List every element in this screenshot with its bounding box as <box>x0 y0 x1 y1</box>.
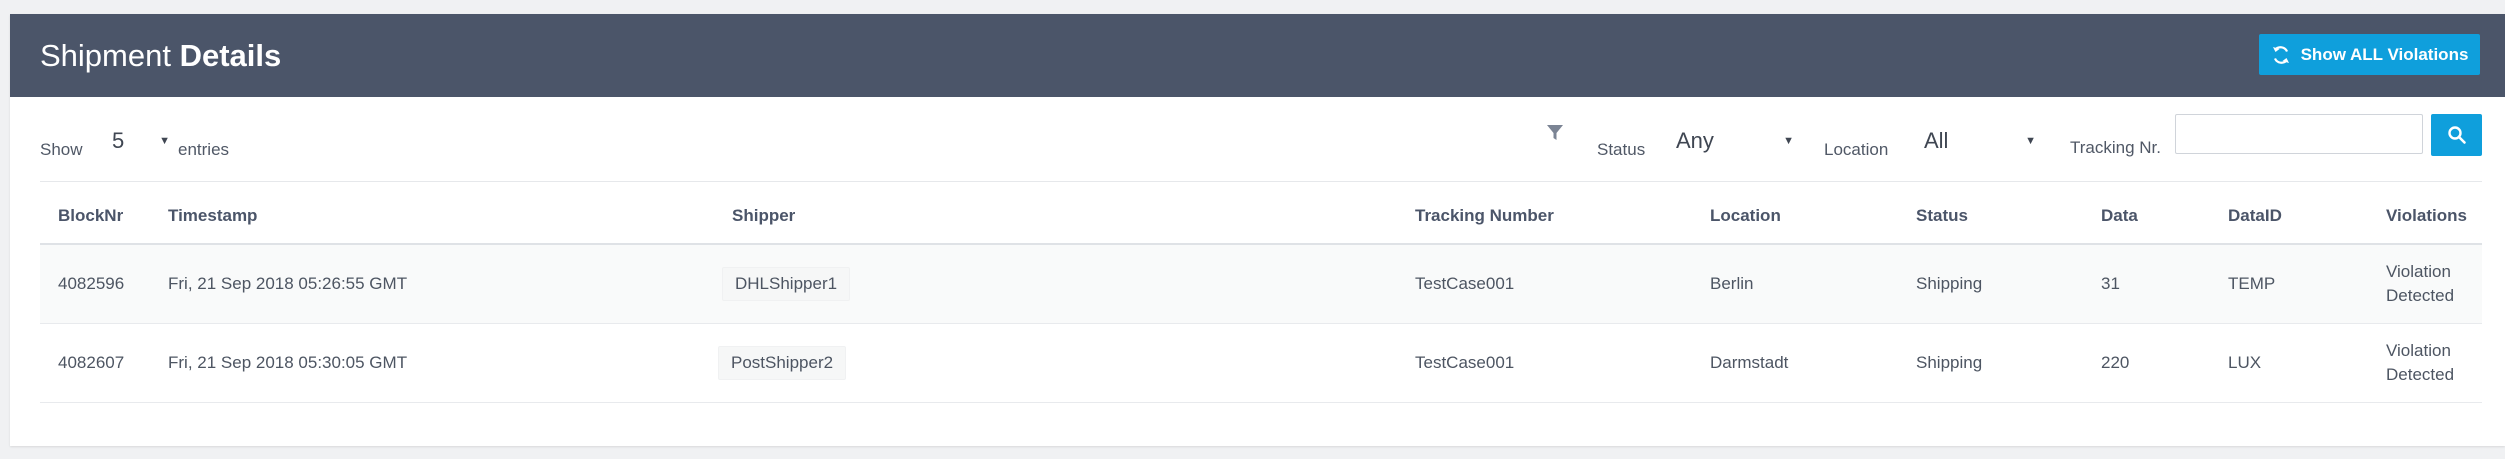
cell-violations: Violation Detected <box>2368 244 2482 324</box>
shipments-table: BlockNr Timestamp Shipper Tracking Numbe… <box>40 188 2482 403</box>
chevron-down-icon: ▼ <box>2025 135 2036 147</box>
column-header-status[interactable]: Status <box>1898 188 2083 245</box>
chevron-down-icon: ▼ <box>159 135 170 147</box>
column-header-violations[interactable]: Violations <box>2368 188 2482 245</box>
location-filter-label: Location <box>1824 140 1889 159</box>
search-icon <box>2447 126 2466 144</box>
search-button[interactable] <box>2431 114 2482 156</box>
cell-shipper: DHLShipper1 <box>632 244 1397 324</box>
column-header-location[interactable]: Location <box>1692 188 1898 245</box>
tracking-number-input[interactable] <box>2175 114 2423 154</box>
cell-shipper: PostShipper2 <box>632 323 1397 403</box>
column-header-blocknr[interactable]: BlockNr <box>40 188 150 245</box>
chevron-down-icon: ▼ <box>1783 135 1794 147</box>
cell-status: Shipping <box>1898 244 2083 324</box>
status-filter-select[interactable]: Any ▼ <box>1676 126 1794 156</box>
filter-icon <box>1547 125 1563 140</box>
page-title-bold: Details <box>179 38 282 73</box>
cell-dataid: LUX <box>2210 323 2368 403</box>
shipment-details-panel: Shipment Details Show ALL Violations Sho… <box>10 14 2505 446</box>
table-row[interactable]: 4082607 Fri, 21 Sep 2018 05:30:05 GMT Po… <box>40 323 2482 403</box>
location-filter-value: All <box>1924 128 1949 153</box>
cell-tracking-number: TestCase001 <box>1397 323 1692 403</box>
page-title-light: Shipment <box>40 38 171 73</box>
cell-blocknr: 4082596 <box>40 244 150 324</box>
cell-timestamp: Fri, 21 Sep 2018 05:30:05 GMT <box>150 323 632 403</box>
column-header-data[interactable]: Data <box>2083 188 2210 245</box>
cell-location: Darmstadt <box>1692 323 1898 403</box>
entries-label: entries <box>178 140 230 159</box>
cell-tracking-number: TestCase001 <box>1397 244 1692 324</box>
column-header-timestamp[interactable]: Timestamp <box>150 188 632 245</box>
column-header-shipper[interactable]: Shipper <box>632 188 1397 245</box>
shipper-tag: PostShipper2 <box>718 345 847 380</box>
show-all-violations-label: Show ALL Violations <box>2300 44 2469 64</box>
cell-status: Shipping <box>1898 323 2083 403</box>
cell-blocknr: 4082607 <box>40 323 150 403</box>
show-label: Show <box>40 140 83 159</box>
cell-location: Berlin <box>1692 244 1898 324</box>
panel-header: Shipment Details Show ALL Violations <box>10 14 2505 97</box>
column-header-dataid[interactable]: DataID <box>2210 188 2368 245</box>
status-filter-value: Any <box>1676 128 1714 153</box>
cell-dataid: TEMP <box>2210 244 2368 324</box>
cell-timestamp: Fri, 21 Sep 2018 05:26:55 GMT <box>150 244 632 324</box>
shipper-tag: DHLShipper1 <box>722 266 851 301</box>
cell-violations: Violation Detected <box>2368 323 2482 403</box>
tracking-number-label: Tracking Nr. <box>2070 138 2162 157</box>
status-filter-label: Status <box>1597 140 1646 159</box>
page-title: Shipment Details <box>40 38 281 74</box>
refresh-icon <box>2272 45 2289 64</box>
entries-select-value: 5 <box>112 128 125 153</box>
table-header-row: BlockNr Timestamp Shipper Tracking Numbe… <box>40 188 2482 245</box>
cell-data: 31 <box>2083 244 2210 324</box>
show-all-violations-button[interactable]: Show ALL Violations <box>2259 34 2480 75</box>
table-row[interactable]: 4082596 Fri, 21 Sep 2018 05:26:55 GMT DH… <box>40 244 2482 324</box>
toolbar-divider <box>40 181 2482 182</box>
cell-data: 220 <box>2083 323 2210 403</box>
location-filter-select[interactable]: All ▼ <box>1924 126 2036 156</box>
column-header-tracking-number[interactable]: Tracking Number <box>1397 188 1692 245</box>
entries-select[interactable]: 5 ▼ <box>112 126 170 156</box>
